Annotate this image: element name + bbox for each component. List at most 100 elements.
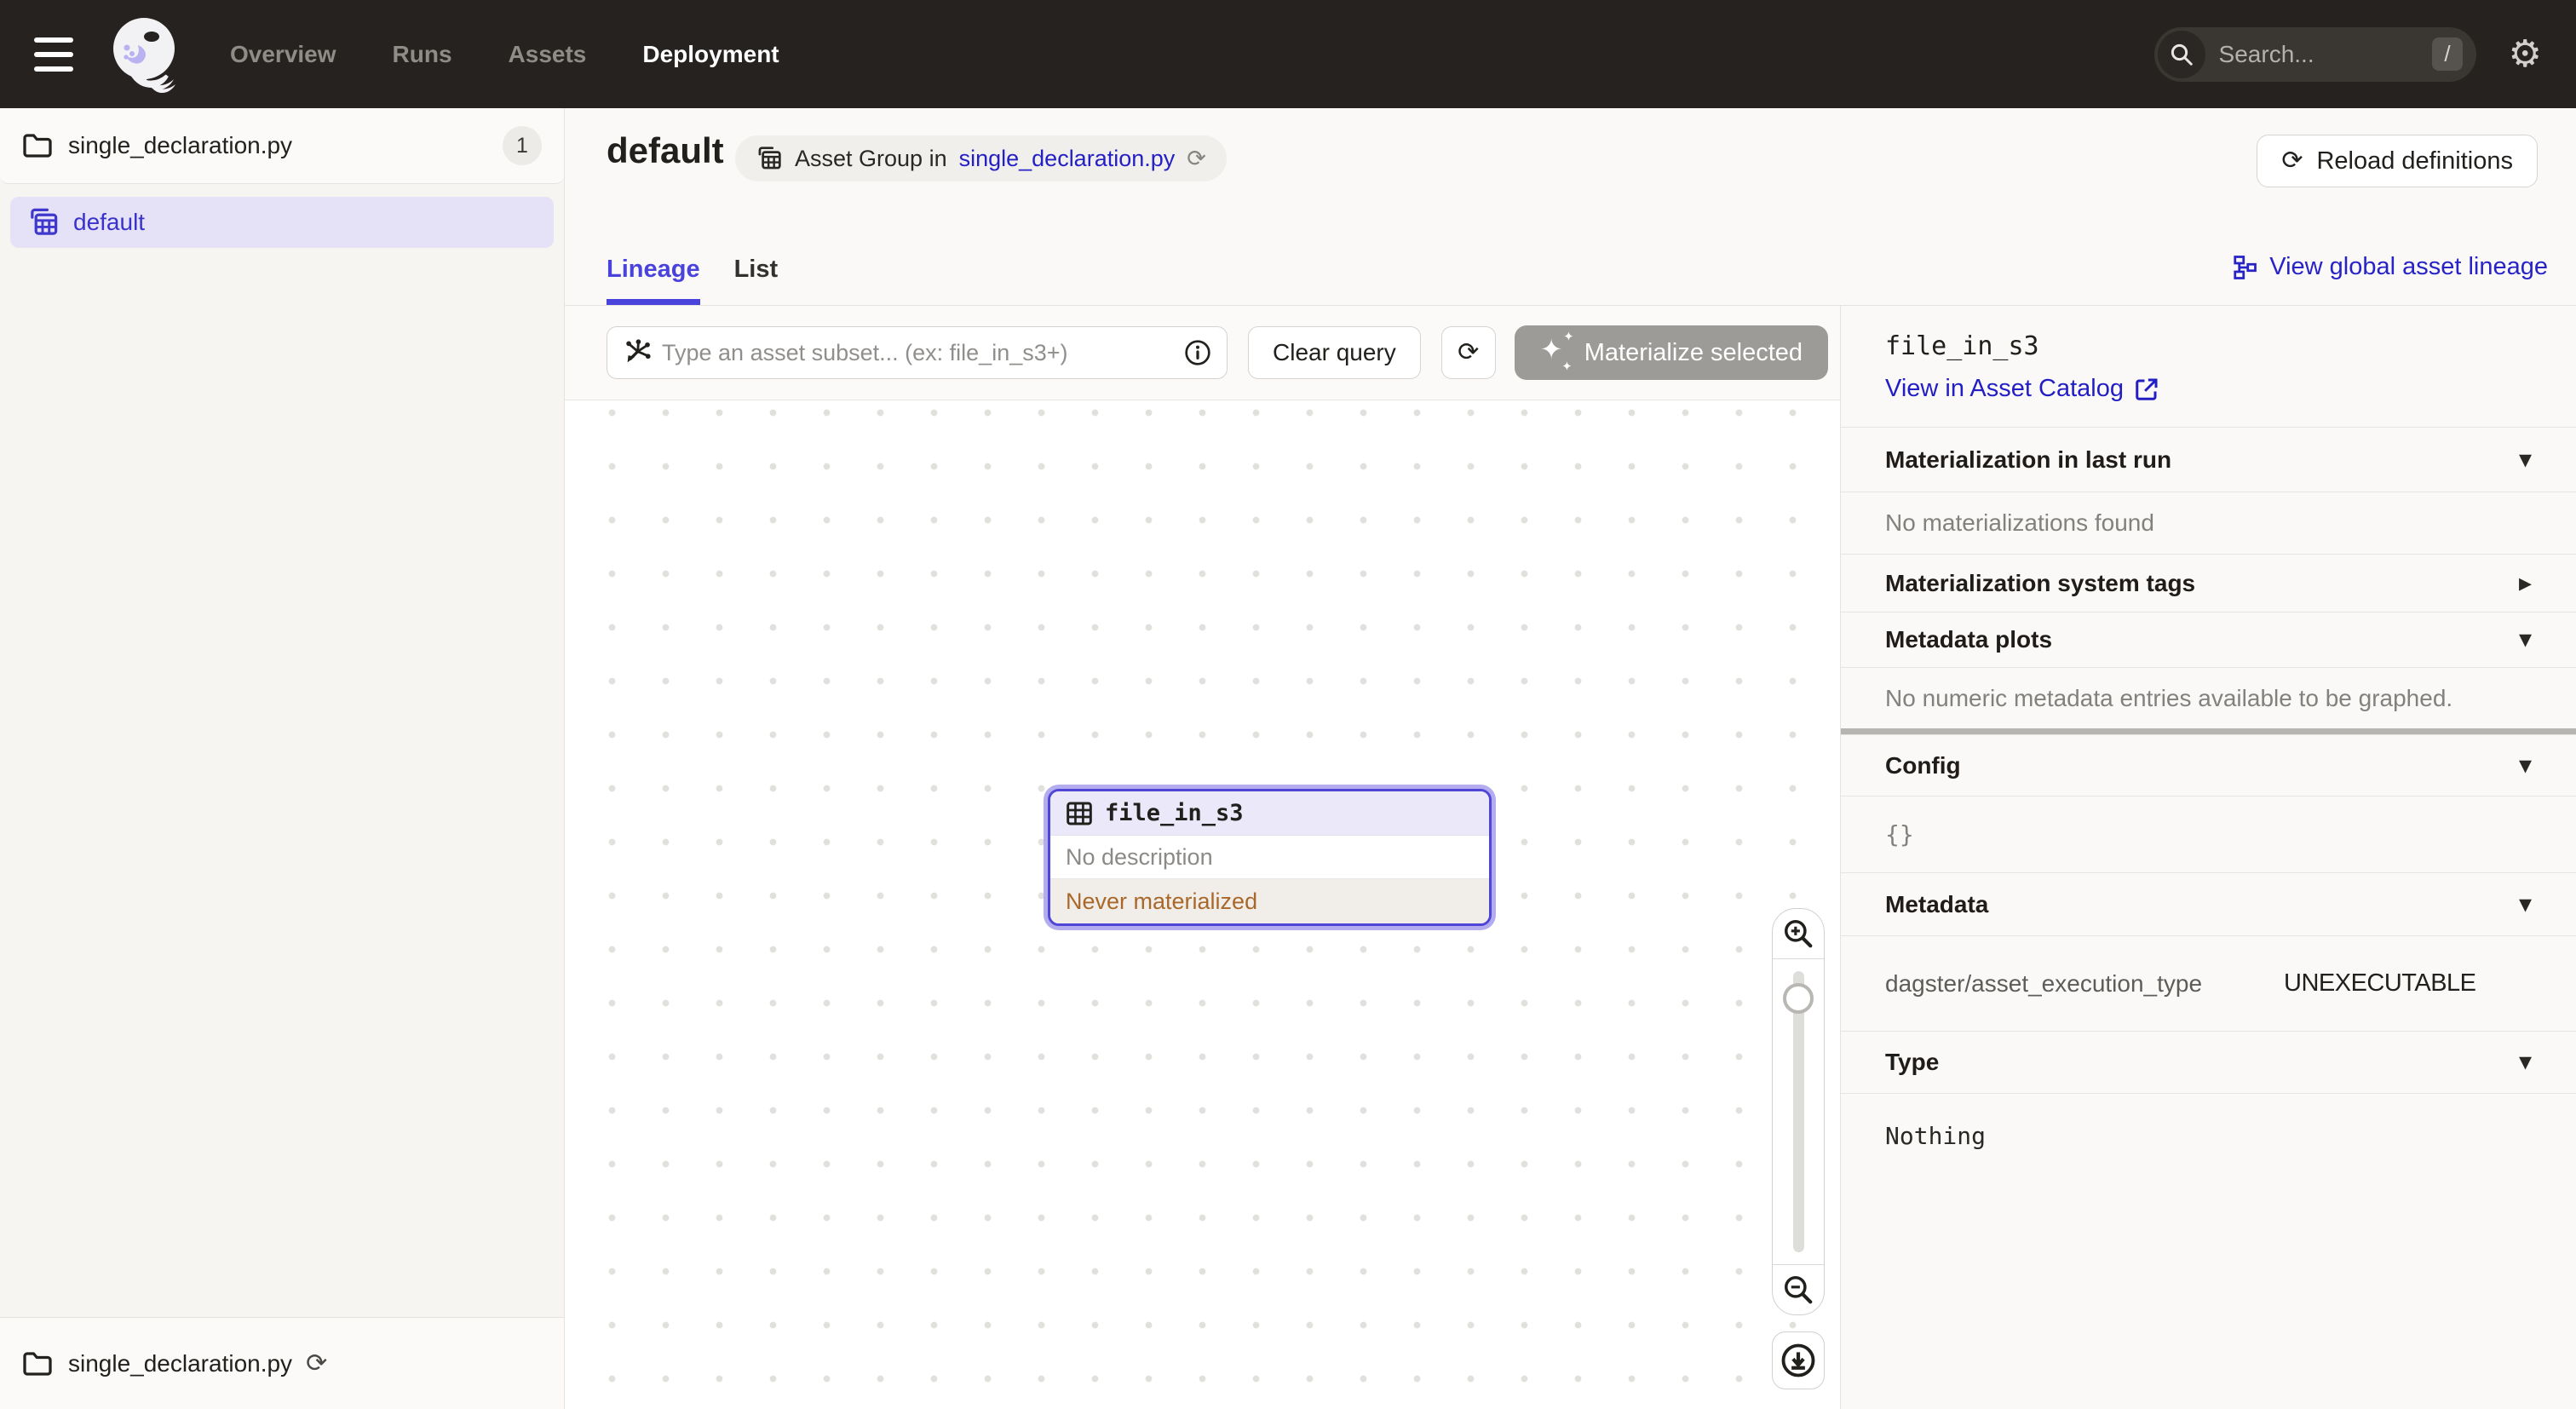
nav-item-overview[interactable]: Overview: [230, 41, 336, 68]
zoom-out-button[interactable]: [1773, 1265, 1824, 1314]
lineage-toolbar: Clear query ⟳ ✦ ✦ ✦ Materialize selected: [565, 306, 1840, 400]
asset-group-prefix: Asset Group in: [795, 146, 947, 172]
settings-gear-icon[interactable]: ⚙: [2509, 36, 2542, 73]
asset-group-location-link[interactable]: single_declaration.py: [959, 146, 1176, 172]
download-icon: [1780, 1343, 1816, 1378]
external-link-icon: [2134, 377, 2159, 402]
asset-node-name: file_in_s3: [1105, 800, 1244, 826]
section-materialization-last-run[interactable]: Materialization in last run ▾: [1841, 427, 2576, 492]
nav-links: Overview Runs Assets Deployment: [230, 41, 779, 68]
section-materialization-system-tags[interactable]: Materialization system tags ▸: [1841, 554, 2576, 612]
section-title: Config: [1885, 752, 1961, 779]
code-location-label: single_declaration.py: [68, 132, 292, 159]
refresh-graph-button[interactable]: ⟳: [1441, 326, 1496, 379]
sidebar-code-location-row[interactable]: single_declaration.py 1: [0, 108, 564, 184]
section-title: Metadata plots: [1885, 626, 2052, 653]
metadata-value: UNEXECUTABLE: [2284, 969, 2476, 998]
top-nav: Overview Runs Assets Deployment / ⚙: [0, 0, 2576, 108]
section-metadata[interactable]: Metadata ▾: [1841, 872, 2576, 935]
sidebar: single_declaration.py 1 default single_d…: [0, 108, 565, 1409]
asset-node-description: No description: [1050, 836, 1489, 879]
zoom-out-icon: [1782, 1274, 1814, 1306]
search-input[interactable]: [2219, 41, 2433, 68]
last-run-empty-state: No materializations found: [1841, 492, 2576, 554]
chevron-down-icon[interactable]: ▾: [2519, 753, 2532, 779]
download-image-button[interactable]: [1772, 1331, 1825, 1389]
dagster-logo-icon[interactable]: [104, 13, 184, 96]
refresh-icon: ⟳: [1458, 340, 1479, 365]
folder-icon: [22, 1350, 53, 1377]
graph-grid-area[interactable]: file_in_s3 No description Never material…: [565, 401, 1840, 1409]
chevron-down-icon[interactable]: ▾: [2519, 1050, 2532, 1075]
panel-scroll-divider: [1841, 728, 2576, 734]
asset-node-file-in-s3[interactable]: file_in_s3 No description Never material…: [1044, 785, 1496, 930]
zoom-slider-handle[interactable]: [1783, 983, 1814, 1014]
asset-subset-query[interactable]: [607, 326, 1228, 379]
section-type[interactable]: Type ▾: [1841, 1031, 2576, 1093]
lineage-canvas: Clear query ⟳ ✦ ✦ ✦ Materialize selected: [565, 306, 1840, 1409]
reload-definitions-button[interactable]: ⟳ Reload definitions: [2257, 135, 2538, 187]
page-header: default Asset Group in single_declaratio…: [565, 108, 2576, 306]
zoom-in-button[interactable]: [1773, 909, 1824, 958]
sidebar-item-default-group[interactable]: default: [10, 197, 554, 248]
config-empty-value: {}: [1841, 796, 2576, 872]
search-icon: [2158, 31, 2205, 78]
metadata-key: dagster/asset_execution_type: [1885, 970, 2202, 998]
materialize-selected-button[interactable]: ✦ ✦ ✦ Materialize selected: [1515, 325, 1828, 380]
asset-count-badge: 1: [503, 126, 542, 165]
refresh-icon: ⟳: [2281, 148, 2303, 174]
section-title: Type: [1885, 1049, 1939, 1076]
asset-group-pill: Asset Group in single_declaration.py ⟳: [735, 135, 1227, 181]
sidebar-footer-location-row: single_declaration.py ⟳: [0, 1317, 564, 1409]
asset-subset-input[interactable]: [662, 340, 1174, 366]
asset-detail-panel: file_in_s3 View in Asset Catalog Materia…: [1840, 306, 2576, 1409]
reload-group-icon[interactable]: ⟳: [1187, 147, 1206, 170]
zoom-controls: [1772, 908, 1825, 1315]
tab-lineage[interactable]: Lineage: [607, 256, 700, 305]
zoom-in-icon: [1782, 917, 1814, 950]
global-lineage-label: View global asset lineage: [2269, 253, 2548, 281]
view-in-asset-catalog-link[interactable]: View in Asset Catalog: [1885, 375, 2532, 403]
group-label: default: [73, 209, 145, 236]
section-title: Materialization in last run: [1885, 446, 2171, 474]
chevron-down-icon[interactable]: ▾: [2519, 627, 2532, 653]
menu-icon[interactable]: [34, 37, 75, 72]
chevron-down-icon[interactable]: ▾: [2519, 892, 2532, 917]
asset-group-icon: [756, 146, 783, 171]
section-title: Materialization system tags: [1885, 570, 2195, 597]
info-icon[interactable]: [1184, 339, 1211, 366]
catalog-link-label: View in Asset Catalog: [1885, 375, 2124, 403]
table-asset-icon: [1066, 801, 1093, 826]
clear-query-button[interactable]: Clear query: [1248, 326, 1421, 379]
global-search[interactable]: /: [2154, 27, 2476, 82]
chevron-down-icon[interactable]: ▾: [2519, 447, 2532, 473]
nav-item-deployment[interactable]: Deployment: [642, 41, 779, 68]
section-title: Metadata: [1885, 891, 1988, 918]
panel-header: file_in_s3 View in Asset Catalog: [1841, 306, 2576, 427]
zoom-slider[interactable]: [1773, 959, 1824, 1264]
asset-node-header: file_in_s3: [1050, 791, 1489, 836]
panel-asset-name: file_in_s3: [1885, 331, 2532, 361]
section-metadata-plots[interactable]: Metadata plots ▾: [1841, 612, 2576, 667]
folder-icon: [22, 132, 53, 159]
view-tabs: Lineage List: [607, 256, 778, 305]
section-config[interactable]: Config ▾: [1841, 734, 2576, 796]
asset-node-status: Never materialized: [1050, 879, 1489, 923]
lineage-graph-icon: [2232, 255, 2257, 280]
chevron-right-icon[interactable]: ▸: [2519, 571, 2532, 596]
nav-item-runs[interactable]: Runs: [393, 41, 452, 68]
tab-list[interactable]: List: [734, 256, 779, 305]
search-shortcut-key: /: [2432, 37, 2462, 71]
page-title: default: [607, 130, 724, 171]
sparkles-icon: ✦ ✦ ✦: [1540, 336, 1573, 370]
view-global-asset-lineage-link[interactable]: View global asset lineage: [2232, 253, 2548, 281]
metadata-plots-empty-state: No numeric metadata entries available to…: [1841, 667, 2576, 728]
dagster-app: Overview Runs Assets Deployment / ⚙ sing…: [0, 0, 2576, 1409]
footer-location-label: single_declaration.py: [68, 1350, 292, 1377]
nav-item-assets[interactable]: Assets: [509, 41, 587, 68]
materialize-selected-label: Materialize selected: [1584, 339, 1803, 367]
metadata-row: dagster/asset_execution_type UNEXECUTABL…: [1841, 935, 2576, 1031]
asset-group-icon: [27, 207, 60, 238]
reload-location-icon[interactable]: ⟳: [306, 1351, 327, 1377]
reload-definitions-label: Reload definitions: [2316, 147, 2513, 175]
